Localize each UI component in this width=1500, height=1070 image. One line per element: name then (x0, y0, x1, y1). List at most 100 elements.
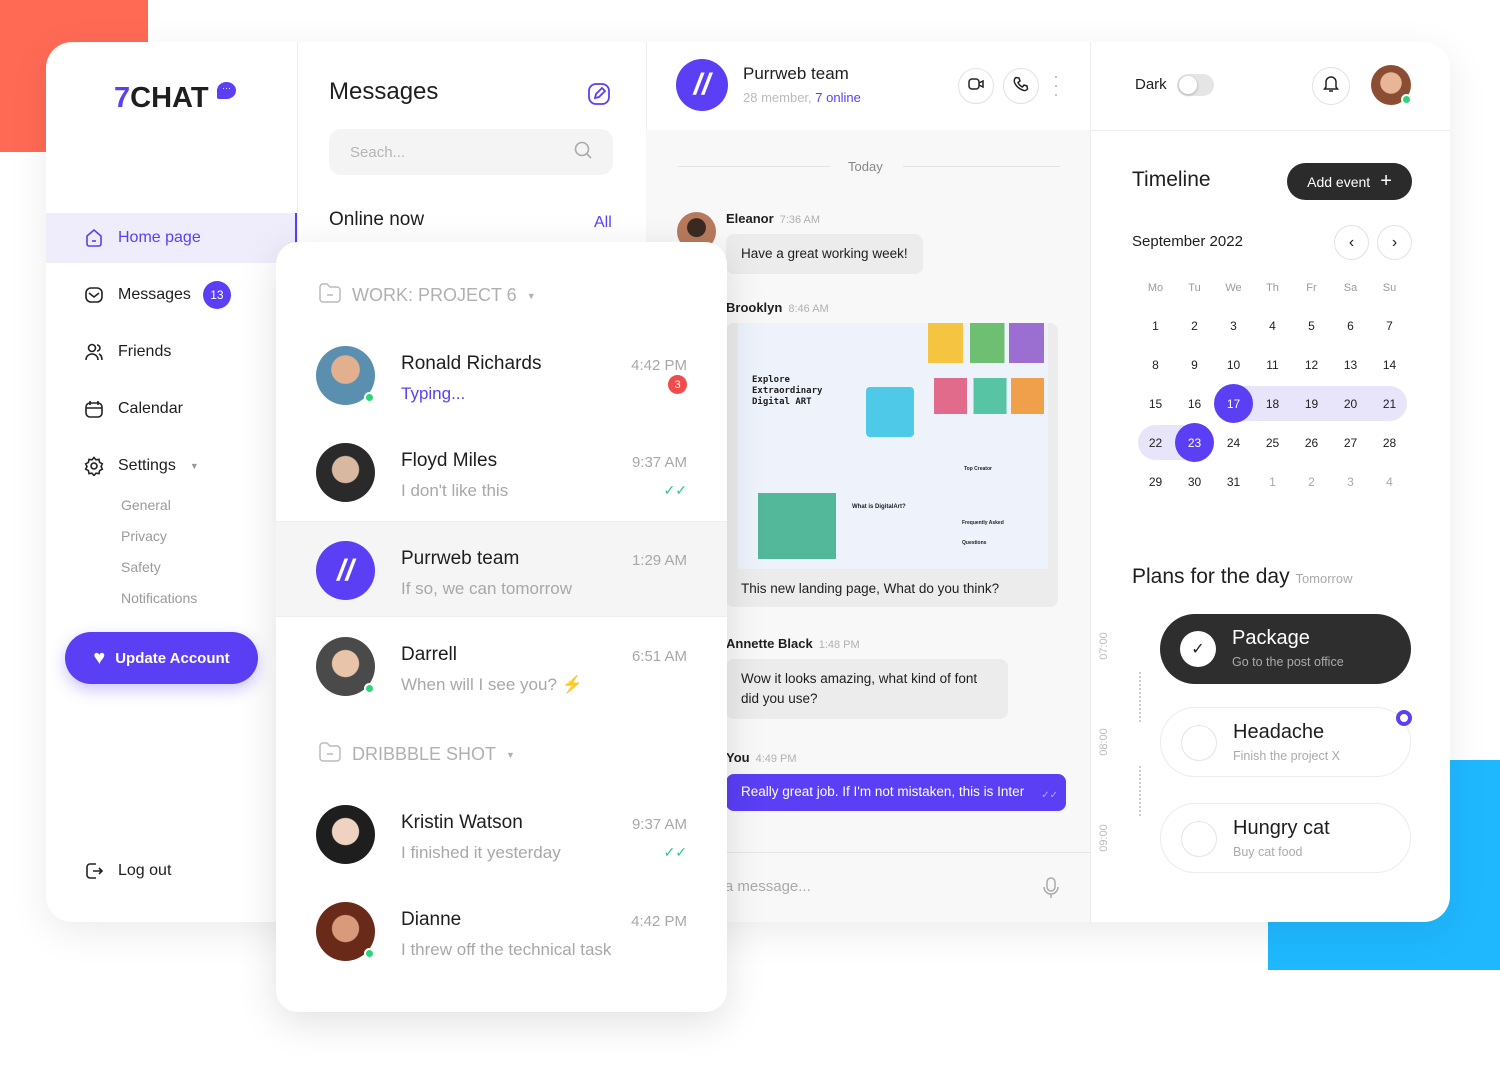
calendar-day[interactable]: 24 (1214, 423, 1253, 462)
plan-item[interactable]: Headache Finish the project X (1160, 707, 1412, 777)
video-call-button[interactable] (958, 68, 994, 104)
calendar-day[interactable]: 18 (1253, 384, 1292, 423)
folder-header[interactable]: DRIBBBLE SHOT ▼ (318, 741, 515, 768)
calendar-day[interactable]: 29 (1136, 462, 1175, 501)
calendar-day[interactable]: 25 (1253, 423, 1292, 462)
chat-time: 1:29 AM (631, 552, 687, 569)
settings-safety[interactable]: Safety (121, 559, 161, 575)
calendar-day[interactable]: 3 (1331, 462, 1370, 501)
landing-page-image[interactable]: Explore Extraordinary Digital ART What i… (738, 323, 1048, 569)
calendar-day[interactable]: 15 (1136, 384, 1175, 423)
check-icon[interactable]: ✓ (1180, 631, 1216, 667)
compose-icon[interactable] (587, 82, 611, 111)
calendar-day[interactable]: 6 (1331, 306, 1370, 345)
calendar-day[interactable]: 5 (1292, 306, 1331, 345)
settings-general[interactable]: General (121, 497, 171, 513)
calendar-day[interactable]: 2 (1292, 462, 1331, 501)
plan-item[interactable]: Hungry cat Buy cat food (1160, 803, 1411, 873)
sidebar-item-label: Home page (118, 229, 201, 246)
settings-privacy[interactable]: Privacy (121, 528, 167, 544)
folder-header[interactable]: WORK: PROJECT 6 ▼ (318, 282, 536, 309)
search-input[interactable]: Seach... (329, 129, 613, 175)
calendar-day[interactable]: 13 (1331, 345, 1370, 384)
next-month-button[interactable]: › (1377, 225, 1412, 260)
sidebar-item-friends[interactable]: Friends (46, 327, 297, 377)
chat-time: 6:51 AM (631, 648, 687, 665)
sidebar-item-home[interactable]: Home page (46, 213, 297, 263)
logout-button[interactable]: Log out (46, 846, 297, 896)
folder-icon (318, 741, 342, 768)
checkbox-circle[interactable] (1181, 821, 1217, 857)
microphone-icon[interactable] (1042, 877, 1060, 904)
checkbox-circle[interactable] (1181, 725, 1217, 761)
calendar-grid: Mo Tu We Th Fr Sa Su 1 2 3 4 5 6 7 8 9 10 11 12 13 14 15 16 17 1… (1136, 282, 1409, 512)
dark-mode-toggle[interactable] (1177, 74, 1214, 96)
sidebar-item-messages[interactable]: Messages 13 (46, 270, 297, 320)
calendar-day[interactable]: 4 (1370, 462, 1409, 501)
notifications-button[interactable] (1312, 67, 1350, 105)
calendar-day[interactable]: 8 (1136, 345, 1175, 384)
calendar-day[interactable]: 12 (1292, 345, 1331, 384)
divider (678, 166, 830, 167)
divider (1090, 130, 1450, 131)
calendar-day[interactable]: 28 (1370, 423, 1409, 462)
avatar (316, 637, 375, 696)
calendar-day[interactable]: 22 (1136, 423, 1175, 462)
chat-preview: I finished it yesterday (401, 843, 561, 862)
calendar-day[interactable]: 9 (1175, 345, 1214, 384)
sidebar-item-settings[interactable]: Settings ▼ (46, 441, 297, 491)
calendar-day[interactable]: 21 (1370, 384, 1409, 423)
calendar-day[interactable]: 19 (1292, 384, 1331, 423)
settings-notifications[interactable]: Notifications (121, 590, 197, 606)
chat-list-item[interactable]: Floyd Miles I don't like this 9:37 AM ✓✓ (276, 424, 727, 520)
calendar-day[interactable]: 3 (1214, 306, 1253, 345)
calendar-day[interactable]: 2 (1175, 306, 1214, 345)
chat-name: Darrell (401, 644, 457, 665)
calendar-day[interactable]: 31 (1214, 462, 1253, 501)
chat-list-item[interactable]: // Purrweb team If so, we can tomorrow 1:29… (276, 521, 727, 617)
plan-item[interactable]: ✓ Package Go to the post office (1160, 614, 1411, 684)
more-options-icon[interactable]: · · · (1053, 67, 1061, 103)
calendar-day[interactable]: 14 (1370, 345, 1409, 384)
calendar-day[interactable]: 30 (1175, 462, 1214, 501)
logout-icon (84, 861, 104, 881)
prev-month-button[interactable]: ‹ (1334, 225, 1369, 260)
calendar-day[interactable]: 1 (1253, 462, 1292, 501)
phone-call-button[interactable] (1003, 68, 1039, 104)
search-icon[interactable] (574, 141, 592, 163)
home-icon (84, 228, 104, 248)
calendar-day[interactable]: 20 (1331, 384, 1370, 423)
calendar-day[interactable]: 11 (1253, 345, 1292, 384)
sidebar-item-calendar[interactable]: Calendar (46, 384, 297, 434)
day-label: Today (848, 159, 883, 174)
current-indicator-icon (1396, 710, 1412, 726)
all-link[interactable]: All (594, 214, 612, 232)
update-account-button[interactable]: ♥ Update Account (65, 632, 258, 684)
message-icon (84, 285, 104, 305)
add-event-button[interactable]: Add event + (1287, 163, 1412, 200)
weekday-label: We (1225, 282, 1242, 294)
online-count: 7 online (815, 90, 861, 105)
chat-name: Ronald Richards (401, 353, 542, 374)
chevron-left-icon: ‹ (1348, 233, 1355, 251)
chat-list-item[interactable]: Ronald Richards Typing... 4:42 PM 3 (276, 327, 727, 423)
user-avatar[interactable] (1371, 65, 1412, 105)
chat-list-item[interactable]: Kristin Watson I finished it yesterday 9:3… (276, 786, 727, 882)
calendar-day[interactable]: 26 (1292, 423, 1331, 462)
image-message[interactable]: Explore Extraordinary Digital ART What i… (726, 323, 1058, 607)
heart-icon: ♥ (93, 646, 106, 669)
calendar-day[interactable]: 4 (1253, 306, 1292, 345)
calendar-day[interactable]: 7 (1370, 306, 1409, 345)
chat-time: 9:37 AM (631, 816, 687, 833)
calendar-day[interactable]: 16 (1175, 384, 1214, 423)
chat-list-item[interactable]: Darrell When will I see you? ⚡ 6:51 AM (276, 618, 727, 714)
group-avatar: // (676, 59, 728, 111)
calendar-day[interactable]: 1 (1136, 306, 1175, 345)
calendar-day[interactable]: 10 (1214, 345, 1253, 384)
plan-title: Package (1232, 627, 1310, 649)
calendar-day[interactable]: 23 (1175, 423, 1214, 462)
calendar-day[interactable]: 27 (1331, 423, 1370, 462)
image-caption: This new landing page, What do you think… (741, 581, 1000, 596)
chat-list-item[interactable]: Dianne I threw off the technical task 4:42… (276, 883, 727, 979)
calendar-day[interactable]: 17 (1214, 384, 1253, 423)
